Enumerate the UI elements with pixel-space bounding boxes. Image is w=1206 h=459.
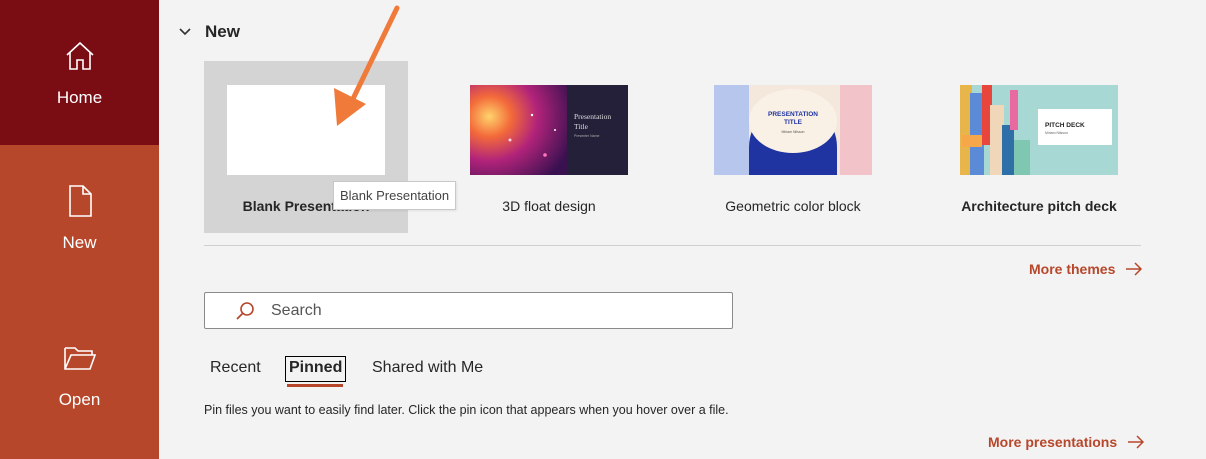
search-input[interactable] xyxy=(271,301,691,320)
more-themes-label: More themes xyxy=(1029,261,1116,277)
template-3d-float-design[interactable]: Presentation Title Presenter Name 3D flo… xyxy=(447,61,651,233)
arrow-right-icon xyxy=(1128,435,1145,449)
template-label: Architecture pitch deck xyxy=(961,198,1117,214)
thumb-text: Miriam Nilsson xyxy=(781,130,805,134)
template-label: Geometric color block xyxy=(725,198,861,214)
tab-pinned[interactable]: Pinned xyxy=(285,356,347,382)
tab-recent[interactable]: Recent xyxy=(210,356,261,382)
new-file-icon xyxy=(68,184,92,217)
arrow-right-icon xyxy=(1126,262,1143,276)
pinned-hint-text: Pin files you want to easily find later.… xyxy=(204,403,729,417)
thumb-text: PITCH DECK xyxy=(1045,122,1085,129)
more-presentations-link[interactable]: More presentations xyxy=(988,434,1145,450)
thumb-text: Presenter Name xyxy=(574,134,600,138)
template-thumbnail: Presentation Title Presenter Name xyxy=(470,85,628,175)
search-box[interactable] xyxy=(204,292,733,329)
divider xyxy=(204,245,1141,246)
sidebar: Home New Open xyxy=(0,0,159,459)
more-presentations-label: More presentations xyxy=(988,434,1118,450)
tooltip: Blank Presentation xyxy=(333,181,457,210)
thumb-text: PRESENTATION xyxy=(768,111,818,118)
template-thumbnail: PRESENTATION TITLE Miriam Nilsson xyxy=(714,85,872,175)
thumb-text: TITLE xyxy=(783,119,803,126)
new-section-header[interactable]: New xyxy=(178,22,240,42)
tab-shared-with-me[interactable]: Shared with Me xyxy=(372,356,483,382)
tab-active-indicator xyxy=(287,384,343,387)
section-title: New xyxy=(205,22,240,41)
template-geometric-color-block[interactable]: PRESENTATION TITLE Miriam Nilsson Geomet… xyxy=(691,61,895,233)
sidebar-item-open[interactable]: Open xyxy=(0,290,159,459)
template-label: 3D float design xyxy=(502,198,596,214)
folder-open-icon xyxy=(63,346,96,370)
thumb-text: Miriam Nilsson xyxy=(1045,131,1068,135)
search-icon xyxy=(236,301,254,320)
thumb-text: Title xyxy=(574,122,588,131)
home-icon xyxy=(65,41,94,70)
sidebar-item-label: New xyxy=(62,232,97,252)
template-architecture-pitch-deck[interactable]: PITCH DECK Miriam Nilsson Architecture p… xyxy=(937,61,1141,233)
template-thumbnail: PITCH DECK Miriam Nilsson xyxy=(960,85,1118,175)
template-thumbnail xyxy=(227,85,385,175)
sidebar-item-new[interactable]: New xyxy=(0,145,159,290)
thumb-text: Presentation xyxy=(574,112,612,121)
more-themes-link[interactable]: More themes xyxy=(1029,261,1143,277)
sidebar-item-label: Home xyxy=(56,87,103,107)
sidebar-item-label: Open xyxy=(58,389,101,409)
sidebar-item-home[interactable]: Home xyxy=(0,0,159,145)
chevron-down-icon xyxy=(179,28,191,36)
